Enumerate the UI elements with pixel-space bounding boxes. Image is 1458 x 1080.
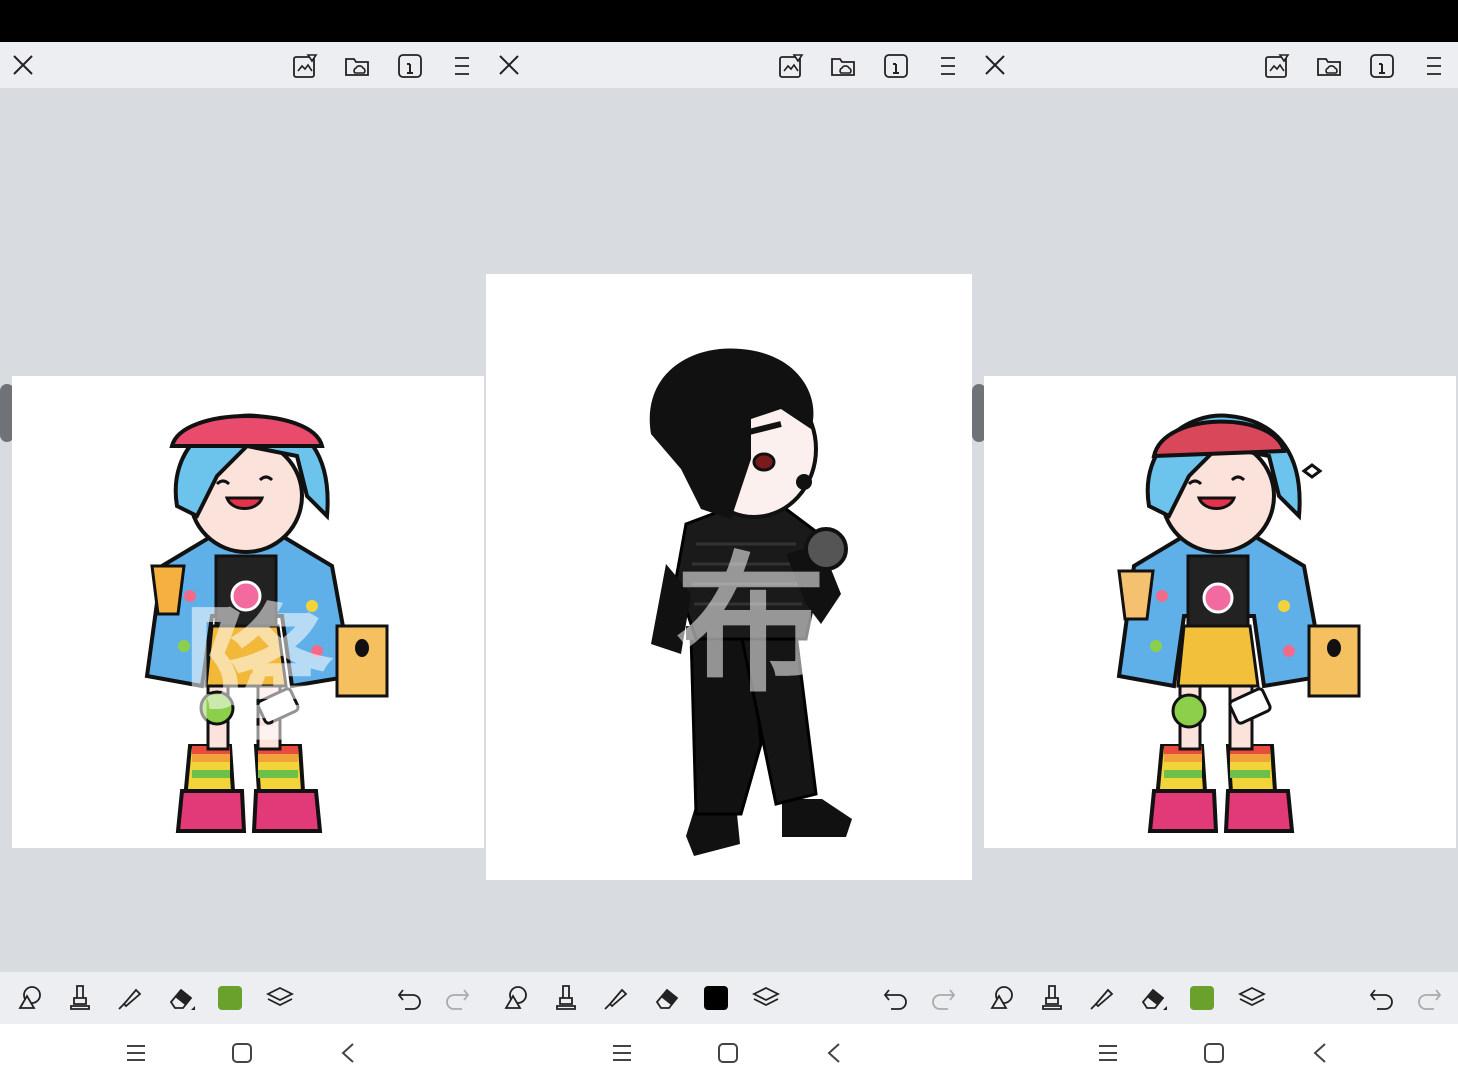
color-swatch[interactable]	[704, 986, 728, 1010]
canvas-area[interactable]: 隆	[0, 88, 486, 972]
app-panel-1: 隆	[0, 42, 486, 1080]
gallery-icon[interactable]	[292, 53, 318, 79]
layers-icon[interactable]	[266, 985, 294, 1011]
shape-tool-icon[interactable]	[988, 984, 1016, 1012]
back-icon[interactable]	[826, 1042, 842, 1064]
back-icon[interactable]	[1312, 1042, 1328, 1064]
info-icon[interactable]	[1370, 53, 1394, 79]
brush-icon[interactable]	[1040, 984, 1064, 1012]
brush-icon[interactable]	[68, 984, 92, 1012]
character-drawing	[1116, 413, 1361, 833]
recent-apps-icon[interactable]	[612, 1044, 632, 1062]
redo-icon[interactable]	[1416, 986, 1442, 1010]
pen-icon[interactable]	[602, 984, 630, 1012]
redo-icon[interactable]	[930, 986, 956, 1010]
eraser-icon[interactable]	[653, 984, 683, 1012]
color-swatch[interactable]	[218, 986, 242, 1010]
canvas-area[interactable]	[972, 88, 1458, 972]
drawing-canvas[interactable]	[984, 376, 1456, 848]
system-navigation-bar	[486, 1024, 972, 1080]
undo-icon[interactable]	[1369, 986, 1395, 1010]
gallery-icon[interactable]	[1264, 53, 1290, 79]
recent-apps-icon[interactable]	[126, 1044, 146, 1062]
gallery-icon[interactable]	[778, 53, 804, 79]
top-toolbar	[972, 42, 1458, 88]
top-toolbar	[486, 42, 972, 88]
redo-icon[interactable]	[444, 986, 470, 1010]
bottom-toolbar	[972, 972, 1458, 1024]
home-icon[interactable]	[717, 1042, 739, 1064]
undo-icon[interactable]	[397, 986, 423, 1010]
watermark-text: 布	[676, 539, 827, 713]
drawing-canvas[interactable]: 隆	[12, 376, 484, 848]
info-icon[interactable]	[884, 53, 908, 79]
pen-icon[interactable]	[1088, 984, 1116, 1012]
cloud-folder-icon[interactable]	[344, 53, 372, 79]
system-navigation-bar	[972, 1024, 1458, 1080]
canvas-area[interactable]: 布	[486, 88, 972, 972]
back-icon[interactable]	[340, 1042, 356, 1064]
layers-icon[interactable]	[752, 985, 780, 1011]
close-icon[interactable]	[498, 54, 520, 76]
bottom-toolbar	[486, 972, 972, 1024]
system-navigation-bar	[0, 1024, 486, 1080]
pen-icon[interactable]	[116, 984, 144, 1012]
cloud-folder-icon[interactable]	[1316, 53, 1344, 79]
info-icon[interactable]	[398, 53, 422, 79]
recent-apps-icon[interactable]	[1098, 1044, 1118, 1062]
app-panel-2: 布	[486, 42, 972, 1080]
watermark-text: 隆	[182, 591, 333, 765]
menu-icon[interactable]	[1426, 56, 1442, 76]
bottom-toolbar	[0, 972, 486, 1024]
shape-tool-icon[interactable]	[502, 984, 530, 1012]
status-bar	[0, 0, 1458, 42]
layers-icon[interactable]	[1238, 985, 1266, 1011]
menu-icon[interactable]	[940, 56, 956, 76]
drawing-canvas[interactable]: 布	[486, 274, 972, 880]
undo-icon[interactable]	[883, 986, 909, 1010]
menu-icon[interactable]	[454, 56, 470, 76]
top-toolbar	[0, 42, 486, 88]
brush-icon[interactable]	[554, 984, 578, 1012]
eraser-icon[interactable]	[167, 984, 197, 1012]
cloud-folder-icon[interactable]	[830, 53, 858, 79]
close-icon[interactable]	[984, 54, 1006, 76]
close-icon[interactable]	[12, 54, 34, 76]
shape-tool-icon[interactable]	[16, 984, 44, 1012]
eraser-icon[interactable]	[1139, 984, 1169, 1012]
home-icon[interactable]	[231, 1042, 253, 1064]
home-icon[interactable]	[1203, 1042, 1225, 1064]
color-swatch[interactable]	[1190, 986, 1214, 1010]
app-panel-3	[972, 42, 1458, 1080]
